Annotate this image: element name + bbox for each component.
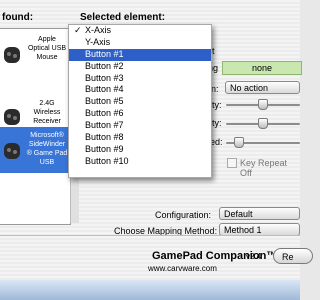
status-field: none	[222, 61, 302, 75]
slider-knob[interactable]	[258, 118, 268, 129]
device-item-gamepad[interactable]: Microsoft® SideWinder ® Game Pad USB	[0, 127, 70, 173]
footer-button[interactable]: Re	[273, 248, 313, 264]
gamepad-icon	[4, 47, 20, 63]
menu-item[interactable]: Button #8	[69, 132, 211, 144]
action-select[interactable]: No action	[225, 81, 300, 94]
app-window: found: Selected element: Apple Optical US…	[0, 0, 313, 280]
menu-item[interactable]: Button #10	[69, 156, 211, 168]
menu-item[interactable]: Button #6	[69, 108, 211, 120]
key-repeat-checkbox[interactable]	[227, 158, 237, 168]
device-list[interactable]: Apple Optical USB Mouse 2.4G Wireless Receiv…	[0, 28, 71, 225]
menu-item[interactable]: Button #5	[69, 96, 211, 108]
device-name: Microsoft® SideWinder ® Game Pad USB	[26, 132, 68, 166]
app-version: v2.4	[246, 252, 262, 261]
menu-item[interactable]: Button #1	[69, 48, 211, 61]
partial-label: t	[212, 46, 215, 56]
selected-element-label: Selected element:	[80, 12, 166, 23]
slider-knob[interactable]	[258, 99, 268, 110]
key-repeat-label: Key Repeat Off	[240, 158, 288, 178]
menu-item[interactable]: Button #4	[69, 84, 211, 96]
menu-item[interactable]: Y-Axis	[69, 37, 211, 49]
app-url[interactable]: www.carvware.com	[148, 264, 217, 273]
gamepad-icon	[4, 109, 20, 125]
configuration-select[interactable]: Default	[219, 207, 300, 220]
background-area	[0, 280, 300, 300]
menu-item[interactable]: Button #9	[69, 144, 211, 156]
configuration-label: Configuration:	[155, 210, 212, 220]
divider	[0, 235, 300, 236]
menu-item[interactable]: ✓ X-Axis	[69, 25, 211, 37]
checkmark-icon: ✓	[74, 25, 82, 35]
menu-item[interactable]: Button #2	[69, 61, 211, 73]
device-item-mouse[interactable]: Apple Optical USB Mouse	[0, 29, 70, 87]
menu-item[interactable]: Button #7	[69, 120, 211, 132]
menu-item[interactable]: Button #3	[69, 73, 211, 85]
element-menu[interactable]: ✓ X-Axis Y-Axis Button #1 Button #2 Butto…	[68, 24, 212, 178]
device-name: 2.4G Wireless Receiver	[33, 100, 61, 125]
device-name: Apple Optical USB Mouse	[27, 36, 67, 61]
devices-found-label: found:	[2, 12, 34, 23]
slider-knob[interactable]	[234, 137, 244, 148]
gamepad-icon	[4, 143, 20, 159]
